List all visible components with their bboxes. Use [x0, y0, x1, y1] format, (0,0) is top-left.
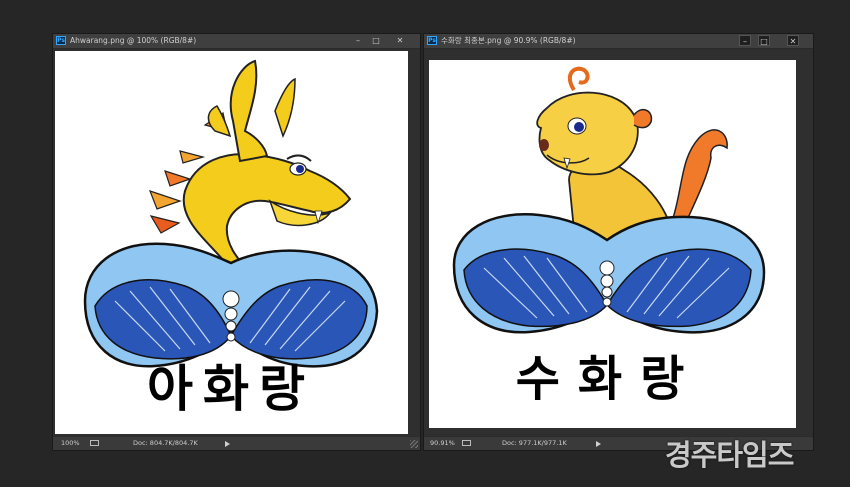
minimize-button[interactable]: – — [352, 35, 364, 46]
watermark-logo: 경주타임즈 — [665, 438, 794, 472]
close-button[interactable]: ✕ — [394, 35, 406, 46]
maximize-button[interactable]: □ — [370, 35, 382, 46]
close-button[interactable]: ✕ — [787, 35, 799, 46]
share-icon[interactable] — [90, 440, 99, 446]
artwork-caption: 수화랑 — [516, 351, 702, 407]
doc-size: Doc: 977.1K/977.1K — [502, 439, 567, 447]
dragon-artwork: 아화랑 — [83, 59, 379, 418]
maximize-button[interactable]: □ — [758, 35, 770, 46]
photoshop-icon: Ps — [427, 36, 437, 45]
minimize-button[interactable]: – — [739, 35, 751, 46]
lion-artwork: 수화랑 — [452, 66, 766, 407]
zoom-level[interactable]: 90.91% — [430, 437, 455, 450]
share-icon[interactable] — [462, 440, 471, 446]
zoom-level[interactable]: 100% — [61, 437, 80, 450]
resize-grip-icon[interactable] — [410, 440, 418, 448]
document-window-left[interactable]: Ps Ahwarang.png @ 100% (RGB/8#) – □ ✕ 아화… — [52, 33, 421, 451]
status-menu-arrow-icon[interactable] — [225, 441, 230, 447]
photoshop-icon: Ps — [56, 36, 66, 45]
document-canvas[interactable]: 수화랑 — [429, 60, 796, 428]
document-canvas[interactable]: 아화랑 — [55, 51, 408, 434]
document-window-right[interactable]: Ps 수화랑 최종본.png @ 90.9% (RGB/8#) – □ ✕ 수화… — [423, 33, 814, 451]
artwork-caption: 아화랑 — [147, 360, 315, 418]
doc-size: Doc: 804.7K/804.7K — [133, 439, 198, 447]
document-title: Ahwarang.png @ 100% (RGB/8#) — [70, 36, 197, 45]
dragon-horn — [229, 59, 269, 163]
shell-left — [83, 242, 379, 368]
status-bar: 100% Doc: 804.7K/804.7K — [53, 436, 420, 450]
document-title: 수화랑 최종본.png @ 90.9% (RGB/8#) — [441, 36, 576, 45]
window-titlebar[interactable]: Ps Ahwarang.png @ 100% (RGB/8#) – □ ✕ — [53, 34, 420, 49]
status-menu-arrow-icon[interactable] — [596, 441, 601, 447]
window-titlebar[interactable]: Ps 수화랑 최종본.png @ 90.9% (RGB/8#) – □ ✕ — [424, 34, 813, 49]
